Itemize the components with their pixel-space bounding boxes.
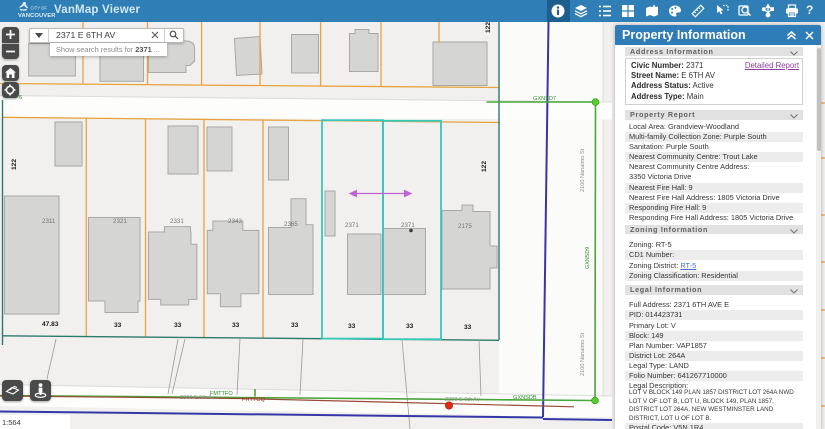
svg-text:2371: 2371 (401, 222, 415, 229)
svg-text:2343: 2343 (228, 218, 242, 225)
svg-text:122: 122 (11, 159, 18, 170)
svg-text:2365: 2365 (284, 221, 298, 228)
svg-text:GXNSD7: GXNSD7 (533, 96, 556, 102)
svg-text:1:564: 1:564 (2, 418, 21, 427)
svg-text:33: 33 (174, 322, 182, 329)
svg-text:2311: 2311 (42, 218, 56, 225)
svg-text:2100 Nanaimo St: 2100 Nanaimo St (580, 332, 586, 376)
svg-text:CITY OF: CITY OF (31, 5, 48, 10)
svg-text:VANCOUVER: VANCOUVER (18, 13, 56, 19)
svg-text:33: 33 (406, 323, 414, 330)
svg-text:2300 E 6th Av: 2300 E 6th Av (445, 397, 480, 403)
svg-text:GXNSD9: GXNSD9 (585, 247, 591, 269)
svg-text:2100 Nanaimo St: 2100 Nanaimo St (580, 148, 586, 192)
svg-text:33: 33 (348, 323, 356, 330)
svg-text:6: 6 (19, 95, 22, 101)
svg-text:2331: 2331 (170, 218, 184, 225)
svg-text:122: 122 (485, 22, 492, 33)
svg-text:33: 33 (114, 322, 122, 329)
svg-text:2175: 2175 (458, 223, 472, 230)
svg-text:33: 33 (464, 324, 472, 331)
svg-text:122: 122 (481, 161, 488, 172)
svg-text:47.83: 47.83 (42, 321, 59, 328)
svg-text:GXNSDB: GXNSDB (513, 395, 537, 401)
svg-text:2321: 2321 (113, 218, 127, 225)
svg-text:2371: 2371 (345, 222, 359, 229)
svg-text:2300 E 5th Av: 2300 E 5th Av (180, 395, 215, 401)
svg-text:33: 33 (232, 322, 240, 329)
svg-text:FHTTGQ: FHTTGQ (242, 397, 266, 403)
svg-text:33: 33 (291, 322, 299, 329)
